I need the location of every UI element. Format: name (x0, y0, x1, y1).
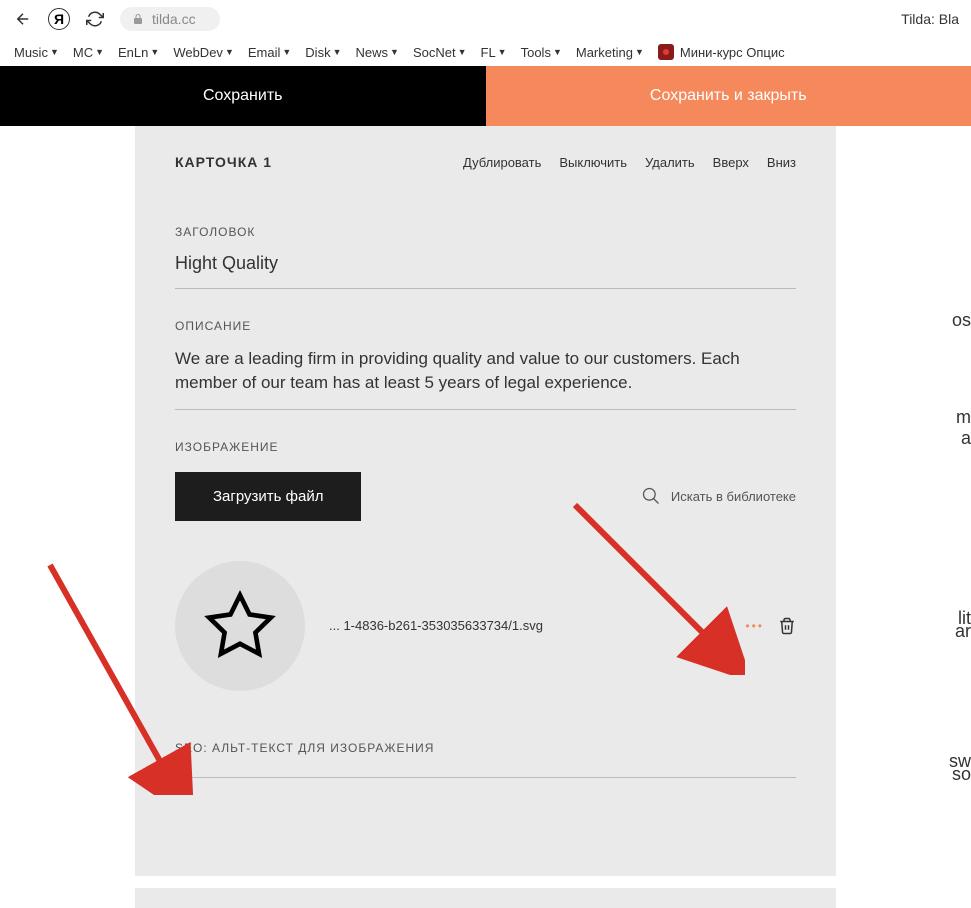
bg-text: os (952, 310, 971, 331)
image-label: ИЗОБРАЖЕНИЕ (175, 440, 796, 454)
course-icon (658, 44, 674, 60)
image-preview[interactable] (175, 561, 305, 691)
save-close-button[interactable]: Сохранить и закрыть (486, 66, 971, 126)
up-action[interactable]: Вверх (713, 155, 749, 170)
action-bar: Сохранить Сохранить и закрыть (0, 66, 971, 126)
bookmark-marketing[interactable]: Marketing▼ (572, 43, 648, 62)
bookmark-socnet[interactable]: SocNet▼ (409, 43, 471, 62)
image-filename: ... 1-4836-b261-353035633734/1.svg (329, 618, 721, 633)
card-panel: КАРТОЧКА 1 Дублировать Выключить Удалить… (135, 126, 836, 876)
search-icon (641, 486, 661, 506)
back-button[interactable] (12, 8, 34, 30)
heading-label: ЗАГОЛОВОК (175, 225, 796, 239)
library-search[interactable]: Искать в библиотеке (641, 486, 796, 506)
bookmark-fl[interactable]: FL▼ (477, 43, 511, 62)
bookmark-mc[interactable]: MC▼ (69, 43, 108, 62)
bookmark-news[interactable]: News▼ (352, 43, 403, 62)
bookmarks-bar: Music▼ MC▼ EnLn▼ WebDev▼ Email▼ Disk▼ Ne… (0, 38, 971, 66)
description-label: ОПИСАНИЕ (175, 319, 796, 333)
bookmark-email[interactable]: Email▼ (244, 43, 295, 62)
more-icon[interactable]: ••• (745, 619, 764, 633)
alt-text-field[interactable]: SEO: АЛЬТ-ТЕКСТ ДЛЯ ИЗОБРАЖЕНИЯ (175, 741, 796, 778)
upload-row: Загрузить файл Искать в библиотеке (175, 472, 796, 521)
bookmark-enln[interactable]: EnLn▼ (114, 43, 163, 62)
card-header: КАРТОЧКА 1 Дублировать Выключить Удалить… (175, 154, 796, 170)
content-wrapper: КАРТОЧКА 1 Дублировать Выключить Удалить… (0, 126, 971, 908)
delete-action[interactable]: Удалить (645, 155, 695, 170)
toggle-action[interactable]: Выключить (559, 155, 627, 170)
duplicate-action[interactable]: Дублировать (463, 155, 541, 170)
upload-button[interactable]: Загрузить файл (175, 472, 361, 521)
image-row: ... 1-4836-b261-353035633734/1.svg ••• (175, 561, 796, 691)
bookmark-music[interactable]: Music▼ (10, 43, 63, 62)
address-bar[interactable]: tilda.cc (120, 7, 220, 31)
bg-text: a (961, 428, 971, 449)
bookmark-disk[interactable]: Disk▼ (301, 43, 345, 62)
next-panel (135, 888, 836, 908)
star-icon (203, 589, 277, 663)
image-controls: ••• (745, 616, 796, 636)
bookmark-webdev[interactable]: WebDev▼ (169, 43, 238, 62)
card-actions: Дублировать Выключить Удалить Вверх Вниз (463, 155, 796, 170)
description-input[interactable]: We are a leading firm in providing quali… (175, 347, 796, 410)
save-button[interactable]: Сохранить (0, 66, 486, 126)
heading-input[interactable]: Hight Quality (175, 253, 796, 289)
bg-text: m (956, 407, 971, 428)
bg-text: so (952, 764, 971, 785)
url-text: tilda.cc (152, 11, 196, 27)
reload-button[interactable] (84, 8, 106, 30)
card-title: КАРТОЧКА 1 (175, 154, 272, 170)
home-button[interactable]: Я (48, 8, 70, 30)
trash-icon[interactable] (778, 616, 796, 636)
lock-icon (132, 13, 144, 25)
bookmark-course[interactable]: Мини-курс Опцис (654, 42, 789, 62)
bookmark-tools[interactable]: Tools▼ (517, 43, 566, 62)
alt-label: SEO: АЛЬТ-ТЕКСТ ДЛЯ ИЗОБРАЖЕНИЯ (175, 741, 796, 755)
down-action[interactable]: Вниз (767, 155, 796, 170)
bg-text: ar (955, 621, 971, 642)
browser-toolbar: Я tilda.cc Tilda: Bla (0, 0, 971, 38)
tab-title: Tilda: Bla (901, 11, 959, 27)
